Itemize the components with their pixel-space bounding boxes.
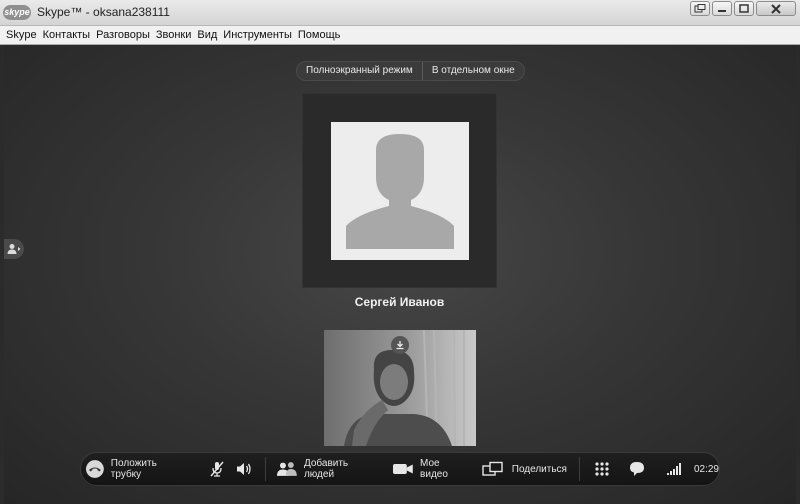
- divider: [265, 457, 267, 481]
- speaker-icon: [237, 463, 251, 475]
- hang-up-label: Положить трубку: [110, 458, 157, 480]
- default-person-silhouette-icon: [346, 134, 454, 249]
- add-people-button[interactable]: Добавить людей: [276, 453, 380, 485]
- menu-view[interactable]: Вид: [194, 26, 220, 45]
- signal-strength-indicator: [666, 453, 682, 485]
- maximize-button[interactable]: [734, 1, 754, 16]
- call-timer: 02:29: [694, 453, 719, 485]
- restore-down-icon: [694, 4, 706, 13]
- add-people-label: Добавить людей: [303, 458, 349, 480]
- close-icon: [771, 3, 781, 14]
- contact-avatar-frame: [302, 93, 497, 288]
- my-video-label: Мое видео: [420, 458, 448, 480]
- download-arrow-glyph: [396, 341, 404, 350]
- menu-conversations[interactable]: Разговоры: [93, 26, 153, 45]
- menu-bar: Skype Контакты Разговоры Звонки Вид Инст…: [0, 26, 800, 45]
- hang-up-button[interactable]: Положить трубку: [81, 453, 189, 485]
- fullscreen-button[interactable]: Полноэкранный режим: [297, 62, 422, 80]
- restore-down-button[interactable]: [690, 1, 710, 16]
- call-area: Полноэкранный режим В отдельном окне Сер…: [4, 46, 796, 504]
- share-label: Поделиться: [511, 463, 567, 475]
- divider: [578, 457, 580, 481]
- mute-mic-button[interactable]: [209, 453, 225, 485]
- call-control-bar: Положить трубку Добавить людей Мое видео…: [80, 452, 720, 486]
- self-video-preview[interactable]: [324, 330, 476, 446]
- add-people-icon: [277, 462, 297, 476]
- window-controls: [690, 1, 796, 16]
- share-button[interactable]: Поделиться: [482, 453, 567, 485]
- title-bar[interactable]: skype Skype™ - oksana238111: [0, 0, 800, 26]
- share-screen-icon: [482, 461, 503, 476]
- window-title: Skype™ - oksana238111: [37, 5, 170, 19]
- close-button[interactable]: [756, 1, 796, 16]
- call-duration: 02:29: [693, 463, 719, 475]
- mute-mic-icon: [210, 461, 224, 477]
- download-icon[interactable]: [391, 336, 409, 354]
- skype-window: skype Skype™ - oksana238111 Skype Контак…: [0, 0, 800, 504]
- menu-tools[interactable]: Инструменты: [220, 26, 295, 45]
- my-video-button[interactable]: Мое видео: [392, 453, 469, 485]
- dialpad-icon: [595, 462, 609, 476]
- menu-calls[interactable]: Звонки: [153, 26, 195, 45]
- minimize-icon: [718, 9, 726, 12]
- signal-strength-icon: [666, 463, 681, 475]
- contact-panel-toggle[interactable]: [4, 239, 24, 259]
- menu-skype[interactable]: Skype: [3, 26, 40, 45]
- menu-contacts[interactable]: Контакты: [40, 26, 94, 45]
- hang-up-icon: [85, 460, 104, 478]
- contact-panel-arrow-icon: [7, 244, 21, 254]
- contact-name: Сергей Иванов: [354, 295, 445, 309]
- contact-avatar: [331, 122, 469, 260]
- view-mode-toggle: Полноэкранный режим В отдельном окне: [296, 61, 525, 81]
- dialpad-button[interactable]: [594, 453, 610, 485]
- chat-bubble-icon: [629, 462, 644, 476]
- video-camera-icon: [393, 464, 414, 474]
- separate-window-button[interactable]: В отдельном окне: [421, 62, 524, 80]
- chat-button[interactable]: [628, 453, 646, 485]
- menu-help[interactable]: Помощь: [295, 26, 344, 45]
- speaker-button[interactable]: [235, 453, 253, 485]
- maximize-icon: [739, 4, 749, 13]
- skype-logo-icon: skype: [3, 5, 31, 20]
- minimize-button[interactable]: [712, 1, 732, 16]
